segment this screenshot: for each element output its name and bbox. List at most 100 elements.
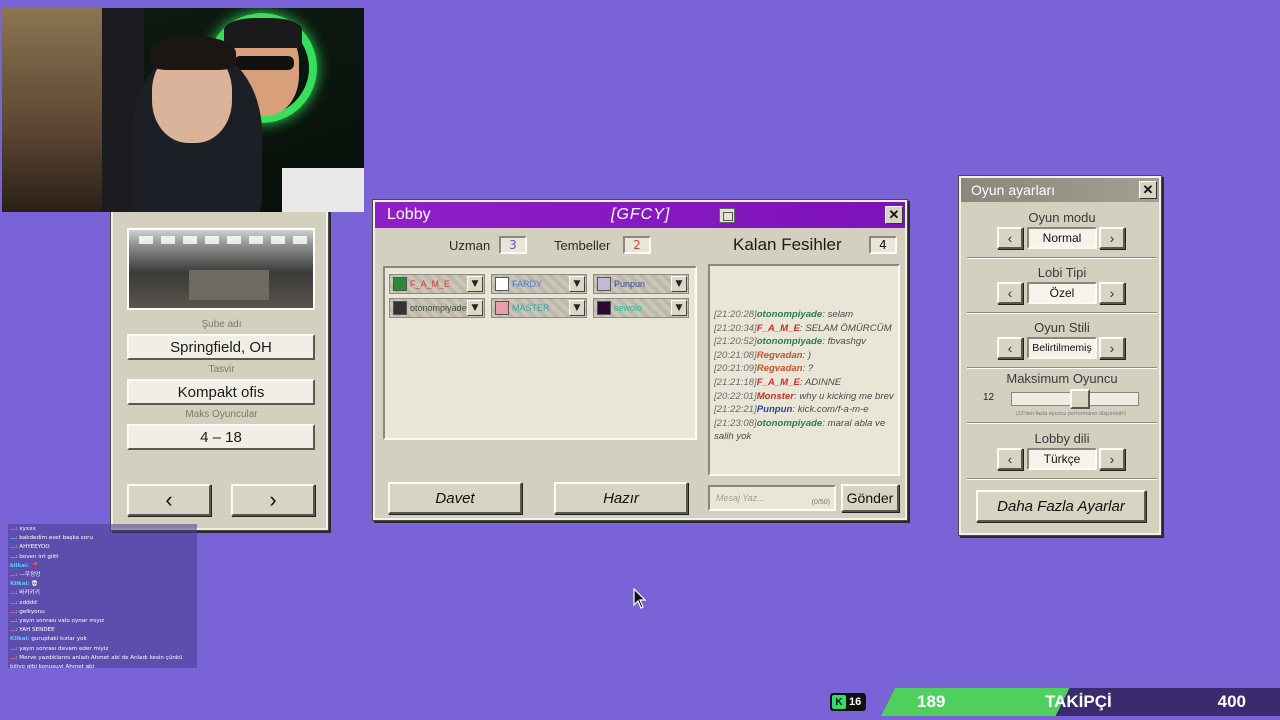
webcam-background-left	[2, 8, 102, 212]
stream-chat-message: : yayın sonrası valo oynar mıyız	[15, 618, 105, 625]
stream-chat-message: : boven int giitt	[15, 553, 59, 560]
settings-titlebar: Oyun ayarları ✕	[961, 178, 1159, 202]
branch-name-field: Springfield, OH	[127, 334, 315, 360]
kick-viewer-count: 16	[849, 696, 862, 708]
player-avatar	[495, 277, 509, 291]
language-next-button[interactable]: ›	[1099, 448, 1125, 470]
stream-chat-line: …: xdddd	[10, 599, 195, 608]
copy-icon[interactable]	[719, 208, 735, 223]
chat-line: [21:21:18]F_A_M_E: ADINNE	[714, 376, 842, 388]
follower-goal-progress	[881, 688, 1070, 716]
chevron-down-icon[interactable]: ▼	[467, 276, 483, 292]
player-avatar	[597, 301, 611, 315]
lobby-type-next-button[interactable]: ›	[1099, 282, 1125, 304]
stream-chat-line: …: yayın sonrası devam eder miyiz	[10, 645, 195, 654]
chevron-down-icon[interactable]: ▼	[467, 300, 483, 316]
chevron-down-icon[interactable]: ▼	[569, 300, 585, 316]
language-value: Türkçe	[1027, 448, 1097, 470]
follower-current: 189	[917, 692, 946, 711]
game-style-prev-button[interactable]: ‹	[997, 337, 1023, 359]
settings-divider	[967, 478, 1157, 480]
remaining-terminations-label: Kalan Fesihler	[733, 235, 842, 254]
player-slot[interactable]: FARDY ▼	[491, 274, 587, 294]
next-branch-button[interactable]: ›	[231, 484, 315, 516]
chevron-down-icon[interactable]: ▼	[671, 276, 687, 292]
remaining-terminations-count: 4	[869, 236, 897, 254]
stream-chat-message: : xdddd	[15, 599, 37, 606]
lobby-type-value: Özel	[1027, 282, 1097, 304]
chat-line: [20:21:08]Regvadan: )	[714, 349, 812, 361]
player-avatar	[393, 301, 407, 315]
lobby-title: Lobby	[387, 206, 431, 223]
previous-branch-button[interactable]: ‹	[127, 484, 211, 516]
chat-line: [20:22:01]Monster: why u kicking me brev	[714, 390, 894, 402]
lazy-count: 2	[623, 236, 651, 254]
stream-chat-line: …: boven int giitt	[10, 553, 195, 562]
streamer-hair	[150, 36, 236, 70]
send-button[interactable]: Gönder	[841, 484, 899, 512]
player-name: MASTER	[512, 303, 550, 313]
player-slot[interactable]: otonompiyade ▼	[389, 298, 485, 318]
game-mode-prev-button[interactable]: ‹	[997, 227, 1023, 249]
game-settings-window: Oyun ayarları ✕ Oyun modu ‹ Normal › Lob…	[959, 176, 1161, 535]
player-name: Punpun	[614, 279, 646, 289]
settings-close-button[interactable]: ✕	[1139, 181, 1157, 199]
mouse-cursor-icon	[633, 588, 647, 609]
max-players-slider-thumb[interactable]	[1070, 389, 1091, 409]
message-input[interactable]: Mesaj Yaz... (0/50)	[708, 485, 836, 511]
game-style-label: Oyun Stili	[1034, 320, 1090, 335]
player-avatar	[495, 301, 509, 315]
message-placeholder: Mesaj Yaz...	[716, 493, 765, 503]
follower-goal: 400	[1217, 692, 1246, 711]
stream-chat-user: Klikai	[10, 581, 28, 588]
game-mode-next-button[interactable]: ›	[1099, 227, 1125, 249]
cartoon-hair	[224, 18, 302, 48]
chat-line: [20:21:09]Regvadan: ?	[714, 363, 814, 375]
language-prev-button[interactable]: ‹	[997, 448, 1023, 470]
player-slot[interactable]: MASTER ▼	[491, 298, 587, 318]
chevron-down-icon[interactable]: ▼	[671, 300, 687, 316]
chat-line: [21:23:08]otonompiyade: maral abla ve sa…	[714, 417, 886, 443]
stream-chat-line: …: xyxxx	[10, 525, 195, 534]
stream-chat-message: : yayın sonrası devam eder miyiz	[15, 645, 109, 652]
branch-description-label: Tasvir	[208, 364, 235, 375]
stream-chat-message: : 바카키키	[15, 590, 40, 597]
stream-chat-line: …: 바카키키	[10, 589, 195, 598]
stream-chat-line: Klikai: 💀	[10, 580, 195, 589]
message-char-count: (0/50)	[811, 499, 830, 506]
player-name: F_A_M_E	[410, 279, 451, 289]
lobby-type-prev-button[interactable]: ‹	[997, 282, 1023, 304]
stream-chat-line: …: YAH SENDEE	[10, 626, 195, 635]
game-mode-label: Oyun modu	[1028, 210, 1096, 225]
lobby-code: [GFCY]	[611, 206, 671, 223]
player-slot[interactable]: F_A_M_E ▼	[389, 274, 485, 294]
office-map-thumbnail	[127, 228, 315, 310]
lobby-titlebar: Lobby [GFCY] ✕	[375, 202, 905, 228]
lobby-close-button[interactable]: ✕	[885, 206, 903, 224]
branch-description-field: Kompakt ofis	[127, 379, 315, 405]
player-slot[interactable]: sewolo ▼	[593, 298, 689, 318]
game-style-value: Belirtilmemiş	[1027, 337, 1097, 359]
stream-chat-message: : YAH SENDEE	[15, 627, 55, 634]
chevron-down-icon[interactable]: ▼	[569, 276, 585, 292]
lazy-label: Tembeller	[554, 238, 611, 253]
branch-panel: Şube adı Springfield, OH Tasvir Kompakt …	[111, 196, 328, 530]
max-players-note: (12'den fazla oyuncu performansı düşüreb…	[1015, 411, 1127, 417]
chat-line: [21:20:34]F_A_M_E: SELAM ÖMÜRCÜM	[714, 322, 892, 334]
invite-button[interactable]: Davet	[388, 482, 522, 514]
stream-chat-line: …: yayın sonrası valo oynar mıyız	[10, 617, 195, 626]
stream-chat-message: : 💀	[27, 581, 39, 588]
chat-line: [21:20:28]otonompiyade: selam	[714, 309, 854, 320]
more-settings-button[interactable]: Daha Fazla Ayarlar	[976, 490, 1146, 522]
stream-chat-line: klikai: 🧨	[10, 562, 195, 571]
game-style-next-button[interactable]: ›	[1099, 337, 1125, 359]
follower-goal-bar: 189 TAKİPÇİ 400	[881, 688, 1280, 716]
player-slot[interactable]: Punpun ▼	[593, 274, 689, 294]
settings-divider	[967, 422, 1157, 424]
stream-chat-message: : xyxxx	[15, 526, 36, 532]
max-players-label: Maks Oyuncular	[185, 409, 258, 420]
player-avatar	[393, 277, 407, 291]
lobby-window: Lobby [GFCY] ✕ Uzman 3 Tembeller 2 Kalan…	[373, 200, 907, 520]
ready-button[interactable]: Hazır	[554, 482, 688, 514]
player-name: sewolo	[614, 303, 643, 313]
